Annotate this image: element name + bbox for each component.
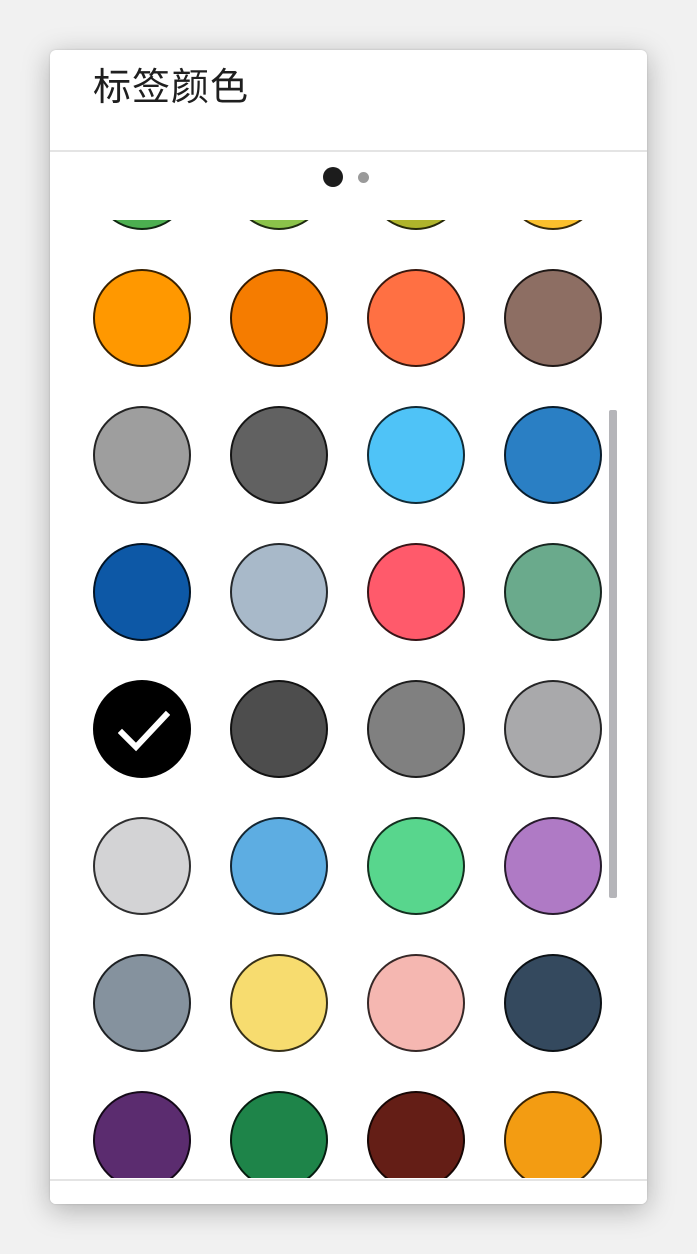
color-swatch[interactable] xyxy=(504,220,602,230)
color-swatch[interactable] xyxy=(367,406,465,504)
color-swatch[interactable] xyxy=(504,817,602,915)
tag-color-dialog: 标签颜色 xyxy=(50,50,647,1204)
page-dot-1[interactable] xyxy=(323,167,343,187)
color-swatch[interactable] xyxy=(93,269,191,367)
color-swatch[interactable] xyxy=(93,817,191,915)
color-swatch[interactable] xyxy=(504,543,602,641)
color-grid-scroll-area[interactable] xyxy=(50,220,647,1178)
color-swatch[interactable] xyxy=(93,954,191,1052)
color-swatch[interactable] xyxy=(230,1091,328,1178)
color-swatch[interactable] xyxy=(93,220,191,230)
checkmark-icon xyxy=(118,710,170,752)
scrollbar[interactable] xyxy=(609,220,617,1178)
color-swatch[interactable] xyxy=(93,406,191,504)
color-swatch[interactable] xyxy=(367,269,465,367)
color-swatch-selected[interactable] xyxy=(93,680,191,778)
color-swatch[interactable] xyxy=(367,220,465,230)
color-swatch[interactable] xyxy=(367,680,465,778)
color-swatch[interactable] xyxy=(367,954,465,1052)
color-swatch[interactable] xyxy=(230,817,328,915)
dialog-title: 标签颜色 xyxy=(93,65,250,109)
color-swatch[interactable] xyxy=(230,954,328,1052)
color-swatch[interactable] xyxy=(367,817,465,915)
color-swatch[interactable] xyxy=(504,1091,602,1178)
color-swatch[interactable] xyxy=(504,954,602,1052)
color-swatch[interactable] xyxy=(93,1091,191,1178)
color-swatch[interactable] xyxy=(504,406,602,504)
page-indicator xyxy=(50,162,647,192)
color-swatch[interactable] xyxy=(230,406,328,504)
scrollbar-thumb[interactable] xyxy=(609,410,617,898)
dialog-header: 标签颜色 xyxy=(50,50,647,150)
color-swatch[interactable] xyxy=(93,543,191,641)
color-swatch[interactable] xyxy=(230,269,328,367)
color-swatch[interactable] xyxy=(504,680,602,778)
color-swatch[interactable] xyxy=(230,680,328,778)
color-swatch[interactable] xyxy=(367,543,465,641)
color-swatch[interactable] xyxy=(504,269,602,367)
color-swatch[interactable] xyxy=(230,220,328,230)
color-swatch[interactable] xyxy=(230,543,328,641)
header-divider xyxy=(50,150,647,152)
color-swatch[interactable] xyxy=(367,1091,465,1178)
page-dot-2[interactable] xyxy=(358,172,369,183)
dialog-footer xyxy=(50,1181,647,1204)
